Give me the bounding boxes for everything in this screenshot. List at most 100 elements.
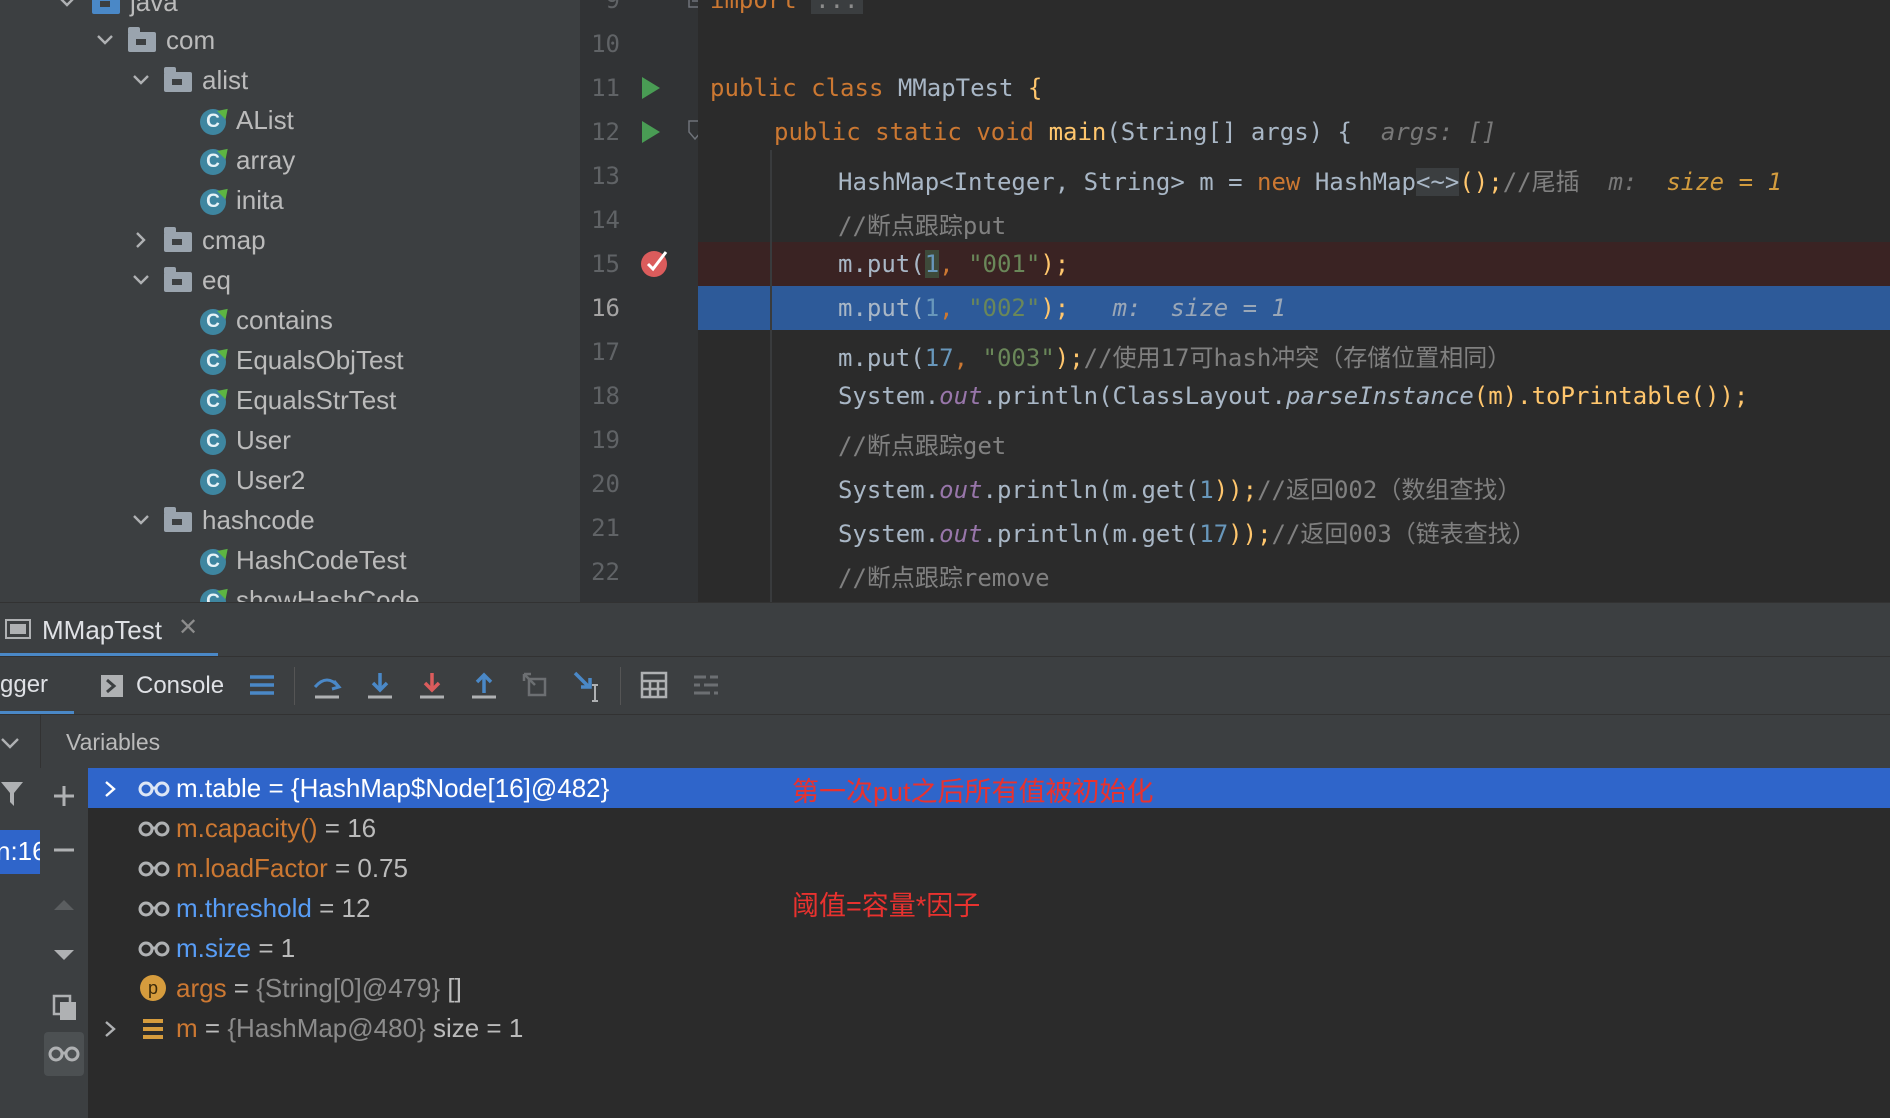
annotation-note: 第一次put之后所有值被初始化: [792, 777, 1154, 807]
tree-class-inita[interactable]: Cinita: [200, 180, 284, 220]
console-icon: [101, 675, 123, 697]
class-icon: C: [200, 429, 226, 456]
evaluate-expression-icon[interactable]: [640, 671, 668, 699]
line-number: 11: [591, 74, 620, 102]
class-icon: C: [200, 109, 226, 136]
chevron-down-icon[interactable]: [0, 733, 20, 753]
line-number: 9: [605, 0, 620, 14]
tree-folder-java[interactable]: java: [60, 0, 178, 22]
line-number: 13: [591, 162, 620, 190]
copy-icon[interactable]: [52, 994, 78, 1022]
chevron-right-icon[interactable]: [102, 1020, 118, 1038]
chevron-right-icon[interactable]: [102, 780, 118, 798]
folder-icon: [92, 0, 120, 15]
tree-folder-alist[interactable]: alist: [128, 60, 248, 100]
watch-icon: [138, 861, 170, 877]
code-editor[interactable]: import ... public class MMapTest { publi…: [698, 0, 1890, 602]
line-number: 15: [591, 250, 620, 278]
class-icon: C: [200, 389, 226, 416]
tree-class-alist[interactable]: C AList: [200, 100, 294, 140]
tree-folder-cmap[interactable]: cmap: [128, 220, 266, 260]
class-icon: C: [200, 149, 226, 176]
tree-class-user2[interactable]: C User2: [200, 460, 305, 500]
code-line-16: m.put(1, "002"); m: size = 1: [838, 294, 1286, 322]
package-icon: [164, 507, 192, 533]
tree-folder-hashcode[interactable]: hashcode: [128, 500, 315, 540]
line-number-current: 16: [591, 294, 620, 322]
chevron-down-icon[interactable]: [128, 260, 158, 300]
glasses-icon: [48, 1046, 80, 1062]
close-icon[interactable]: ✕: [178, 613, 198, 642]
move-up-icon[interactable]: [52, 892, 76, 916]
run-icon[interactable]: [640, 120, 662, 144]
breakpoint-icon[interactable]: [640, 248, 672, 280]
code-line-14: //断点跟踪put: [838, 212, 1007, 240]
watch-icon: [138, 821, 170, 837]
step-over-icon[interactable]: [312, 671, 342, 701]
tree-class-hashcodetest[interactable]: C HashCodeTest: [200, 540, 407, 580]
code-line-13: HashMap<Integer, String> m = new HashMap…: [838, 168, 1782, 196]
variable-row[interactable]: p args = {String[0]@479} []: [88, 968, 1890, 1008]
run-to-cursor-icon[interactable]: [573, 671, 603, 703]
line-number: 21: [591, 514, 620, 542]
debug-window-icon: [5, 619, 31, 639]
run-icon[interactable]: [640, 76, 662, 100]
tree-class-array[interactable]: Carray: [200, 140, 295, 180]
show-execution-point-icon[interactable]: [248, 671, 276, 699]
filter-icon[interactable]: [0, 780, 24, 808]
tab-console[interactable]: Console: [98, 657, 224, 715]
tab-debugger[interactable]: gger: [0, 657, 74, 715]
code-line-15: m.put(1, "001");: [838, 250, 1070, 278]
class-icon: C: [200, 469, 226, 496]
selected-frame[interactable]: n:16: [0, 830, 47, 874]
code-line-22: //断点跟踪remove: [838, 564, 1050, 592]
variable-row[interactable]: m = {HashMap@480} size = 1: [88, 1008, 1890, 1048]
tree-class-showhashcode[interactable]: CshowHashCode: [200, 580, 420, 602]
debug-tab-bar: MMapTest ✕: [0, 602, 1890, 657]
variable-row[interactable]: m.threshold = 12: [88, 888, 1890, 928]
tree-class-equalsstrtest[interactable]: C EqualsStrTest: [200, 380, 396, 420]
chevron-right-icon[interactable]: [128, 220, 158, 260]
tree-folder-com[interactable]: com: [92, 20, 215, 60]
tree-folder-eq[interactable]: eq: [128, 260, 231, 300]
tree-class-equalsobjtest[interactable]: C EqualsObjTest: [200, 340, 404, 380]
code-line-9: import ...: [710, 0, 863, 14]
tree-class-contains[interactable]: Ccontains: [200, 300, 333, 340]
step-out-icon[interactable]: [469, 671, 499, 701]
add-watch-icon[interactable]: [52, 784, 76, 808]
tree-class-user[interactable]: C User: [200, 420, 291, 460]
force-step-into-icon[interactable]: [417, 671, 447, 701]
variables-side-toolbar: [40, 768, 89, 1118]
chevron-down-icon[interactable]: [128, 500, 158, 540]
watch-icon: [138, 901, 170, 917]
folded-import[interactable]: ...: [811, 0, 863, 14]
code-line-12: public static void main(String[] args) {…: [774, 118, 1497, 146]
step-into-icon[interactable]: [365, 671, 395, 701]
editor-gutter[interactable]: 9 10 11 12 13 14 15 16 17 18 19 20 21 22: [580, 0, 702, 602]
line-number: 20: [591, 470, 620, 498]
line-number: 19: [591, 426, 620, 454]
package-icon: [164, 267, 192, 293]
chevron-down-icon[interactable]: [92, 20, 122, 60]
code-line-17: m.put(17, "003");//使用17可hash冲突（存储位置相同）: [838, 344, 1512, 372]
watch-icon: [138, 941, 170, 957]
indent-guide: [770, 150, 772, 602]
tab-mmaptest[interactable]: MMapTest ✕: [0, 603, 218, 657]
parameter-icon: p: [140, 975, 166, 1001]
project-tree: java com alist C AList Carray Cinita cmap…: [0, 0, 580, 602]
variable-row[interactable]: m.loadFactor = 0.75: [88, 848, 1890, 888]
class-icon: C: [200, 309, 226, 336]
show-watches-toggle[interactable]: [44, 1032, 84, 1076]
variables-list[interactable]: m.table = {HashMap$Node[16]@482} m.capac…: [88, 768, 1890, 1118]
drop-frame-icon[interactable]: [521, 671, 551, 701]
remove-watch-icon[interactable]: [52, 838, 76, 862]
trace-current-stream-icon[interactable]: [692, 671, 720, 699]
move-down-icon[interactable]: [52, 944, 76, 968]
line-number: 18: [591, 382, 620, 410]
variables-header: Variables: [0, 714, 1890, 769]
variable-row[interactable]: m.size = 1: [88, 928, 1890, 968]
class-icon: C: [200, 549, 226, 576]
chevron-down-icon[interactable]: [54, 0, 84, 22]
chevron-down-icon[interactable]: [128, 60, 158, 100]
variable-row[interactable]: m.capacity() = 16: [88, 808, 1890, 848]
